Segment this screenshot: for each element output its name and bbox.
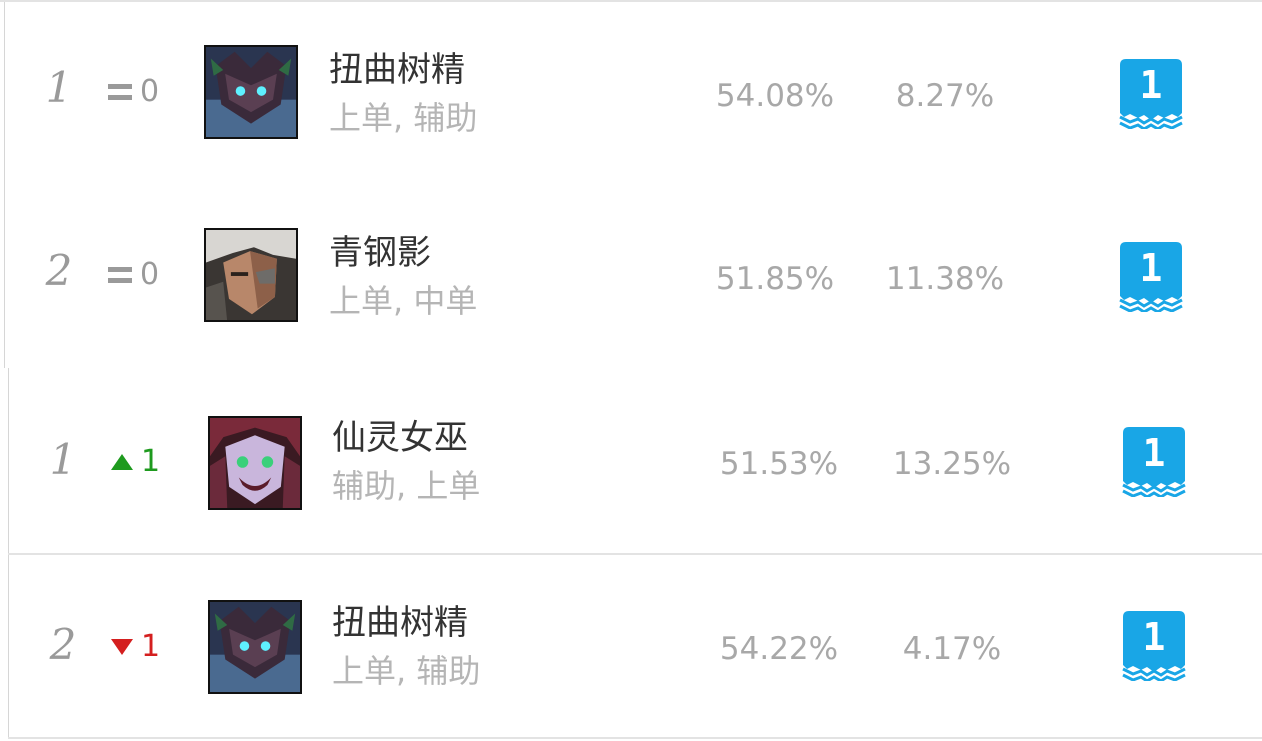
rank-change-value: 0: [140, 74, 160, 109]
win-rate: 54.08%: [715, 78, 835, 114]
champion-roles: 上单, 中单: [329, 282, 478, 320]
rank-up-arrow-icon: [111, 454, 133, 470]
tier-number: 1: [1139, 63, 1163, 107]
rank-down-arrow-icon: [111, 639, 133, 655]
champion-roles: 上单, 辅助: [329, 99, 478, 137]
pick-rate: 11.38%: [885, 261, 1005, 297]
rank-change: 1: [111, 442, 160, 482]
tier-badge-icon: 1: [1118, 240, 1184, 312]
champion-row[interactable]: 1 1 仙灵女巫 辅助, 上单 51.53% 13.25% 1: [8, 368, 1262, 553]
tier-number: 1: [1142, 615, 1166, 659]
champion-name[interactable]: 青钢影: [329, 233, 431, 273]
tier-badge-icon: 1: [1121, 609, 1187, 681]
tier-badge-icon: 1: [1118, 57, 1184, 129]
row-divider: [8, 737, 1262, 739]
rank-number: 2: [45, 246, 73, 295]
champion-row[interactable]: 2 1 扭曲树精 上单, 辅助 54.22% 4.17% 1: [8, 555, 1262, 737]
champion-name[interactable]: 仙灵女巫: [332, 418, 468, 458]
blade-shadow-portrait-icon[interactable]: [204, 228, 298, 322]
no-change-icon: [108, 267, 132, 283]
fae-sorceress-portrait-icon[interactable]: [208, 416, 302, 510]
champion-row[interactable]: 2 0 青钢影 上单, 中单 51.85% 11.38% 1: [4, 185, 1262, 368]
rank-change: 0: [108, 72, 159, 112]
rank-change-value: 1: [141, 629, 161, 664]
twisted-treant-portrait-icon[interactable]: [208, 600, 302, 694]
win-rate: 54.22%: [719, 631, 839, 667]
tier-number: 1: [1139, 246, 1163, 290]
champion-roles: 辅助, 上单: [332, 467, 481, 505]
rank-number: 1: [45, 63, 73, 112]
tier-number: 1: [1142, 431, 1166, 475]
rank-change-value: 0: [140, 257, 160, 292]
win-rate: 51.53%: [719, 446, 839, 482]
tier-badge-icon: 1: [1121, 425, 1187, 497]
pick-rate: 8.27%: [895, 78, 995, 114]
pick-rate: 13.25%: [892, 446, 1012, 482]
champion-row[interactable]: 1 0 扭曲树精 上单, 辅助 54.08% 8.27% 1: [4, 2, 1262, 185]
rank-change: 1: [111, 627, 160, 667]
rank-number: 1: [49, 435, 77, 484]
rank-change-value: 1: [141, 444, 161, 479]
rank-number: 2: [49, 620, 77, 669]
pick-rate: 4.17%: [902, 631, 1002, 667]
champion-name[interactable]: 扭曲树精: [329, 50, 465, 90]
champion-ranking-list: 1 0 扭曲树精 上单, 辅助 54.08% 8.27% 1 2 0 青钢影 上…: [0, 0, 1262, 741]
rank-change: 0: [108, 255, 159, 295]
win-rate: 51.85%: [715, 261, 835, 297]
no-change-icon: [108, 84, 132, 100]
champion-roles: 上单, 辅助: [332, 652, 481, 690]
champion-name[interactable]: 扭曲树精: [332, 603, 468, 643]
twisted-treant-portrait-icon[interactable]: [204, 45, 298, 139]
